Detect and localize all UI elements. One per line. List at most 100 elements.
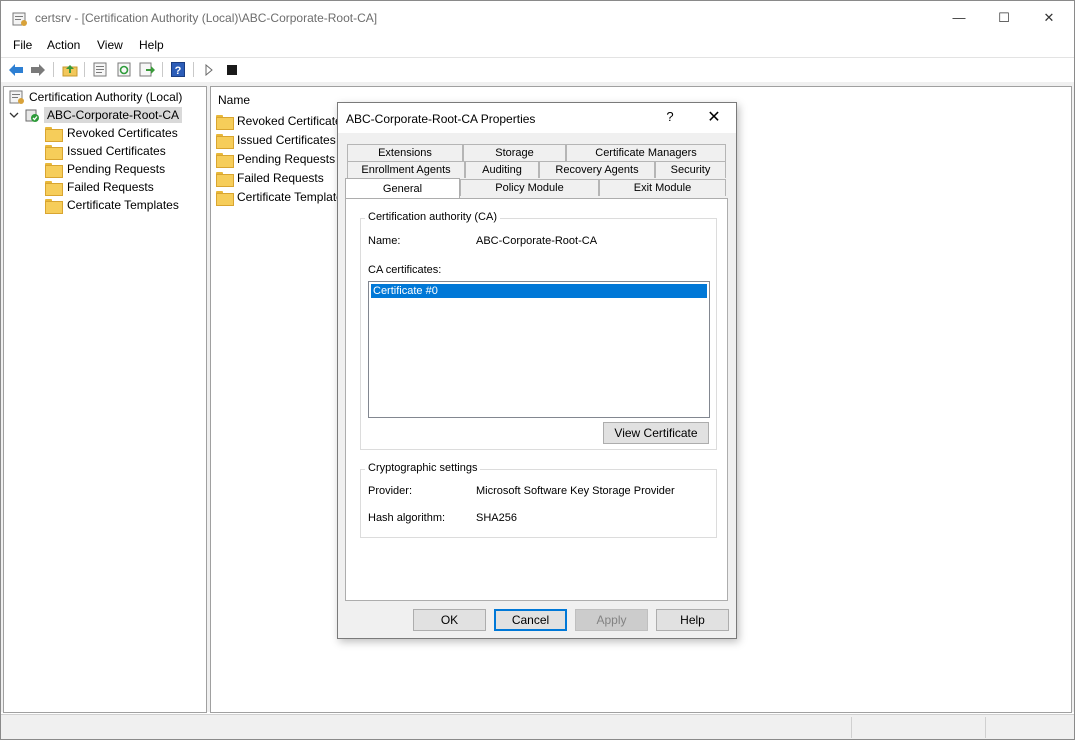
folder-icon [216, 133, 234, 149]
folder-icon [45, 180, 63, 196]
toolbar-separator [162, 62, 163, 77]
toolbar-separator [84, 62, 85, 77]
list-item-label: Failed Requests [237, 171, 324, 185]
general-tab-panel: Certification authority (CA) Name: ABC-C… [345, 198, 728, 601]
tab-exit-module[interactable]: Exit Module [599, 179, 726, 196]
status-divider [985, 717, 986, 738]
menu-action[interactable]: Action [47, 38, 80, 52]
folder-icon [45, 144, 63, 160]
tree-root-label: Certification Authority (Local) [29, 90, 183, 104]
list-item-label: Issued Certificates [237, 133, 336, 147]
toolbar: ? [1, 57, 1074, 81]
menu-file[interactable]: File [13, 38, 32, 52]
hash-algorithm-label: Hash algorithm: [368, 512, 446, 524]
tab-enrollment-agents[interactable]: Enrollment Agents [347, 161, 465, 178]
ca-group-title: Certification authority (CA) [365, 211, 500, 223]
tree-root[interactable]: Certification Authority (Local) [9, 88, 182, 106]
tree-item-label: Pending Requests [67, 162, 166, 176]
hash-algorithm-value: SHA256 [476, 512, 517, 524]
list-item[interactable]: Certificate Templates [216, 188, 349, 206]
list-item-label: Pending Requests [237, 152, 336, 166]
column-header-name[interactable]: Name [218, 93, 250, 107]
dialog-help-button[interactable]: ? [660, 109, 680, 127]
menu-help[interactable]: Help [139, 38, 164, 52]
back-arrow-icon[interactable] [7, 61, 25, 78]
start-service-icon[interactable] [200, 61, 218, 78]
list-item[interactable]: Issued Certificates [216, 131, 336, 149]
chevron-down-icon[interactable] [9, 110, 19, 120]
tree-item-label: Revoked Certificates [67, 126, 178, 140]
minimize-button[interactable]: — [936, 1, 982, 34]
tree-item-ca-label: ABC-Corporate-Root-CA [44, 107, 183, 123]
list-item-label: Revoked Certificates [237, 114, 348, 128]
menu-bar: File Action View Help [1, 34, 1074, 56]
tab-security[interactable]: Security [655, 161, 726, 178]
tree-item-failed[interactable]: Failed Requests [45, 178, 154, 196]
crypto-groupbox [360, 469, 717, 538]
cancel-button[interactable]: Cancel [494, 609, 567, 631]
tab-recovery-agents[interactable]: Recovery Agents [539, 161, 655, 178]
properties-dialog: ABC-Corporate-Root-CA Properties ? ✕ Ext… [337, 102, 737, 639]
tree-item-pending[interactable]: Pending Requests [45, 160, 165, 178]
help-icon[interactable]: ? [169, 61, 187, 78]
tab-policy-module[interactable]: Policy Module [460, 179, 599, 196]
tree-item-label: Issued Certificates [67, 144, 166, 158]
status-bar [1, 714, 1074, 739]
tree-item-label: Failed Requests [67, 180, 154, 194]
ok-button[interactable]: OK [413, 609, 486, 631]
dialog-title-bar: ABC-Corporate-Root-CA Properties ? ✕ [338, 103, 736, 133]
list-item-label: Certificate Templates [237, 190, 349, 204]
window-title: certsrv - [Certification Authority (Loca… [35, 11, 378, 25]
ca-certificates-list[interactable]: Certificate #0 [368, 281, 710, 418]
folder-icon [216, 114, 234, 130]
view-certificate-button[interactable]: View Certificate [603, 422, 709, 444]
svg-text:?: ? [175, 65, 182, 77]
toolbar-separator [193, 62, 194, 77]
dialog-close-button[interactable]: ✕ [702, 107, 726, 129]
provider-value: Microsoft Software Key Storage Provider [476, 485, 675, 497]
properties-icon[interactable] [91, 61, 109, 78]
tab-storage[interactable]: Storage [463, 144, 566, 161]
forward-arrow-icon[interactable] [29, 61, 47, 78]
tab-certificate-managers[interactable]: Certificate Managers [566, 144, 726, 161]
title-bar: certsrv - [Certification Authority (Loca… [1, 1, 1074, 34]
certificate-list-item[interactable]: Certificate #0 [371, 284, 707, 298]
ca-name-label: Name: [368, 235, 401, 247]
provider-label: Provider: [368, 485, 413, 497]
folder-icon [45, 126, 63, 142]
tab-general[interactable]: General [345, 178, 460, 198]
toolbar-separator [53, 62, 54, 77]
ca-name-value: ABC-Corporate-Root-CA [476, 235, 598, 247]
export-list-icon[interactable] [138, 61, 156, 78]
certsrv-app-icon [12, 12, 27, 26]
folder-icon [216, 152, 234, 168]
menu-view[interactable]: View [97, 38, 123, 52]
certification-authority-icon [9, 90, 24, 104]
list-item[interactable]: Pending Requests [216, 150, 335, 168]
folder-icon [45, 198, 63, 214]
refresh-icon[interactable] [115, 61, 133, 78]
folder-icon [216, 190, 234, 206]
up-folder-icon[interactable] [61, 61, 79, 78]
tree-item-label: Certificate Templates [67, 198, 179, 212]
folder-icon [216, 171, 234, 187]
maximize-button[interactable]: ☐ [981, 1, 1027, 34]
help-button[interactable]: Help [656, 609, 729, 631]
tree-item-ca[interactable]: ABC-Corporate-Root-CA [9, 106, 183, 124]
dialog-title: ABC-Corporate-Root-CA Properties [346, 112, 536, 126]
tab-extensions[interactable]: Extensions [347, 144, 463, 161]
status-divider [851, 717, 852, 738]
close-button[interactable]: ✕ [1026, 1, 1072, 34]
ca-server-icon [25, 109, 39, 122]
tab-auditing[interactable]: Auditing [465, 161, 539, 178]
list-item[interactable]: Failed Requests [216, 169, 324, 187]
crypto-group-title: Cryptographic settings [365, 462, 481, 474]
stop-service-icon[interactable] [223, 61, 241, 78]
folder-icon [45, 162, 63, 178]
ca-certificates-label: CA certificates: [368, 264, 442, 276]
tree-item-revoked[interactable]: Revoked Certificates [45, 124, 178, 142]
tree-item-issued[interactable]: Issued Certificates [45, 142, 166, 160]
list-item[interactable]: Revoked Certificates [216, 112, 348, 130]
tree-item-templates[interactable]: Certificate Templates [45, 196, 179, 214]
apply-button[interactable]: Apply [575, 609, 648, 631]
